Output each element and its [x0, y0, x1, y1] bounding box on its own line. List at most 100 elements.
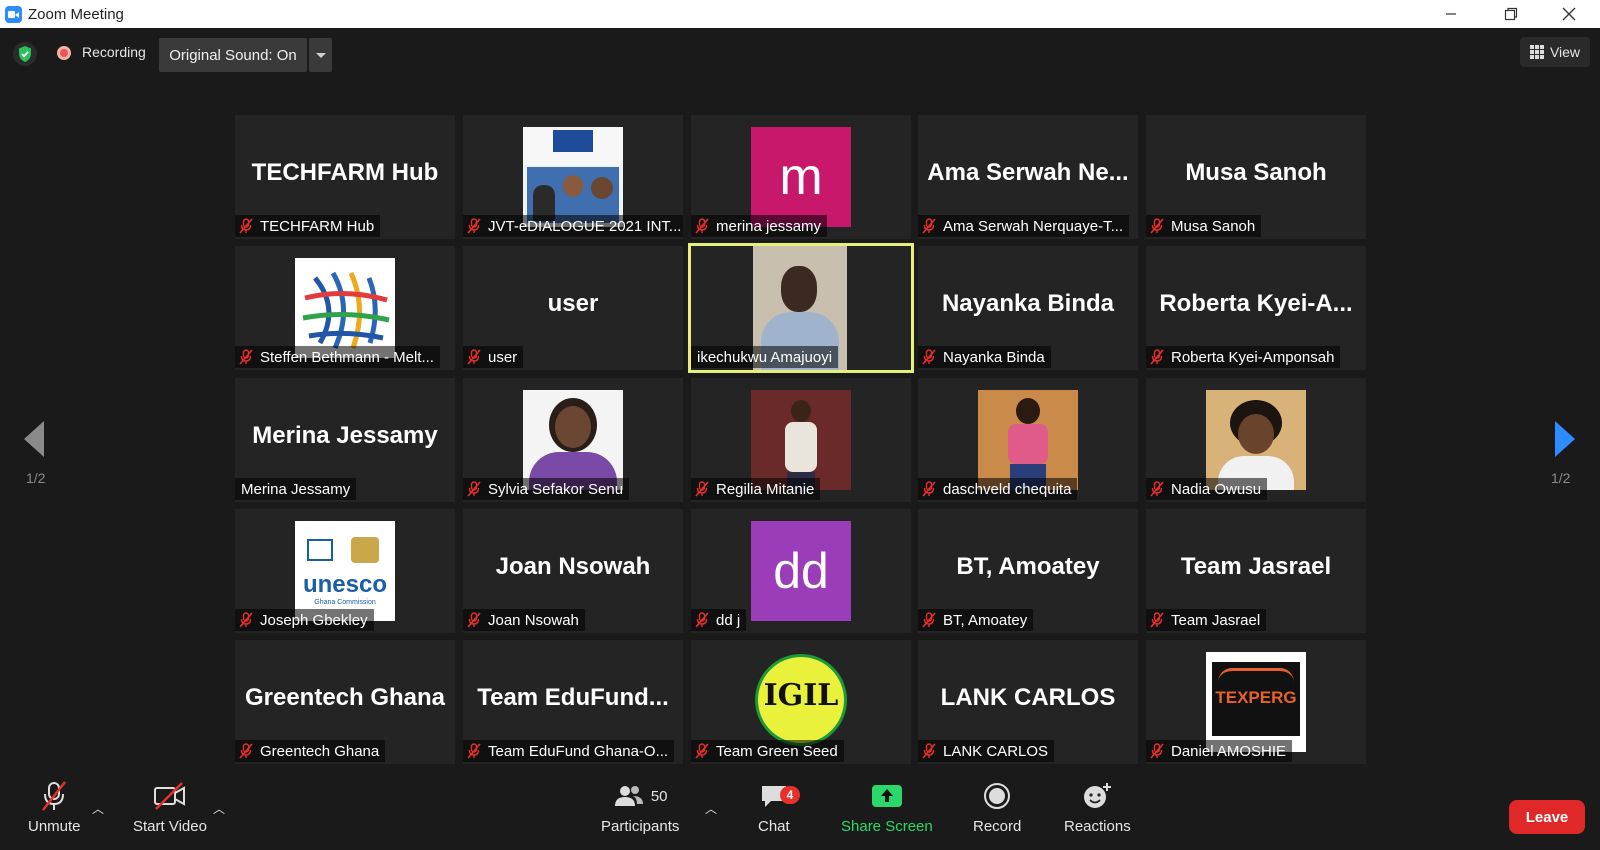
- muted-mic-icon: [467, 612, 481, 628]
- view-button[interactable]: View: [1520, 37, 1590, 67]
- participant-tile[interactable]: Ama Serwah Ne... Ama Serwah Nerquaye-T..…: [918, 115, 1138, 239]
- participant-tile[interactable]: Team Jasrael Team Jasrael: [1146, 509, 1366, 633]
- participant-tile[interactable]: Joan Nsowah Joan Nsowah: [463, 509, 683, 633]
- participant-display-name: LANK CARLOS: [940, 684, 1116, 711]
- reactions-button[interactable]: Reactions: [1064, 778, 1131, 835]
- chat-label: Chat: [758, 818, 790, 835]
- recording-label: Recording: [82, 44, 146, 60]
- start-video-button[interactable]: Start Video: [133, 778, 207, 835]
- participant-tile[interactable]: BT, Amoatey BT, Amoatey: [918, 509, 1138, 633]
- participant-display-name: BT, Amoatey: [956, 553, 1100, 580]
- texperg-logo-image: TEXPERG: [1206, 652, 1306, 752]
- participant-tile[interactable]: Nadia Owusu: [1146, 378, 1366, 502]
- muted-mic-icon: [467, 349, 481, 365]
- participant-tile[interactable]: LANK CARLOS LANK CARLOS: [918, 640, 1138, 764]
- close-button[interactable]: [1546, 0, 1592, 28]
- record-button[interactable]: Record: [973, 778, 1021, 835]
- muted-mic-icon: [239, 218, 253, 234]
- participant-tile[interactable]: TECHFARM Hub TECHFARM Hub: [235, 115, 455, 239]
- muted-mic-icon: [467, 743, 481, 759]
- participant-name-label: BT, Amoatey: [918, 609, 1034, 631]
- participant-tile[interactable]: Musa Sanoh Musa Sanoh: [1146, 115, 1366, 239]
- reactions-icon: [1082, 778, 1112, 814]
- unmute-button[interactable]: Unmute: [28, 778, 81, 835]
- unmute-label: Unmute: [28, 818, 81, 835]
- event-flyer-image: [523, 127, 623, 227]
- muted-mic-icon: [1150, 481, 1164, 497]
- participant-name-label: Team Jasrael: [1146, 609, 1267, 631]
- avatar: dd: [751, 521, 851, 621]
- previous-page-arrow-icon[interactable]: [24, 421, 44, 457]
- participant-tile[interactable]: Nayanka Binda Nayanka Binda: [918, 246, 1138, 370]
- igil-logo-image: IGIL: [751, 652, 851, 752]
- share-screen-button[interactable]: Share Screen: [841, 778, 933, 835]
- muted-mic-icon: [1150, 612, 1164, 628]
- participant-tile[interactable]: JVT-eDIALOGUE 2021 INT...: [463, 115, 683, 239]
- chevron-down-icon: [315, 52, 326, 58]
- participant-display-name: Joan Nsowah: [495, 553, 651, 580]
- restore-icon: [1504, 7, 1518, 21]
- muted-mic-icon: [695, 481, 709, 497]
- participant-tile[interactable]: Team EduFund... Team EduFund Ghana-O...: [463, 640, 683, 764]
- participant-name-label: Sylvia Sefakor Senu: [463, 478, 630, 500]
- original-sound-dropdown[interactable]: [309, 38, 332, 72]
- audio-options-caret-icon[interactable]: ︿: [92, 800, 104, 817]
- participant-name-label: Greentech Ghana: [235, 740, 386, 762]
- next-page-arrow-icon[interactable]: [1555, 421, 1575, 457]
- muted-microphone-icon: [39, 778, 69, 814]
- minimize-button[interactable]: [1428, 0, 1474, 28]
- participant-tile[interactable]: Steffen Bethmann - Melt...: [235, 246, 455, 370]
- participant-name-label: dd j: [691, 609, 747, 631]
- muted-mic-icon: [922, 481, 936, 497]
- active-speaker-tile[interactable]: ikechukwu Amajuoyi: [688, 243, 914, 373]
- participants-button[interactable]: 50 Participants: [601, 778, 679, 835]
- participant-name-label: Daniel AMOSHIE: [1146, 740, 1293, 762]
- page-indicator-right: 1/2: [1551, 470, 1571, 486]
- participant-tile[interactable]: TEXPERG Daniel AMOSHIE: [1146, 640, 1366, 764]
- participant-name-label: LANK CARLOS: [918, 740, 1055, 762]
- video-options-caret-icon[interactable]: ︿: [213, 800, 225, 817]
- participants-options-caret-icon[interactable]: ︿: [705, 800, 717, 817]
- participant-display-name: user: [547, 290, 599, 317]
- participant-display-name: Ama Serwah Ne...: [927, 159, 1129, 186]
- leave-button[interactable]: Leave: [1509, 800, 1585, 834]
- participant-tile[interactable]: Greentech Ghana Greentech Ghana: [235, 640, 455, 764]
- title-bar: Zoom Meeting: [0, 0, 1600, 28]
- igil-logo-text: IGIL: [763, 678, 839, 713]
- video-off-icon: [152, 778, 188, 814]
- participant-tile[interactable]: Sylvia Sefakor Senu: [463, 378, 683, 502]
- muted-mic-icon: [1150, 218, 1164, 234]
- chat-unread-badge: 4: [780, 786, 800, 804]
- security-shield-icon[interactable]: [13, 42, 37, 66]
- participant-name-label: Merina Jessamy: [235, 478, 357, 500]
- participant-display-name: Musa Sanoh: [1185, 159, 1327, 186]
- participant-tile[interactable]: unesco Ghana Commission Joseph Gbekley: [235, 509, 455, 633]
- participant-tile[interactable]: IGIL Team Green Seed: [691, 640, 911, 764]
- participant-photo: [751, 390, 851, 490]
- reactions-label: Reactions: [1064, 818, 1131, 835]
- participant-tile[interactable]: Regilia Mitanie: [691, 378, 911, 502]
- participant-display-name: Greentech Ghana: [244, 684, 446, 711]
- participant-tile[interactable]: Roberta Kyei-A... Roberta Kyei-Amponsah: [1146, 246, 1366, 370]
- zoom-meeting-window: Zoom Meeting Recording Original Sound: O…: [0, 0, 1600, 850]
- participant-name-label: user: [463, 346, 524, 368]
- participant-display-name: TECHFARM Hub: [251, 159, 439, 186]
- participants-label: Participants: [601, 818, 680, 835]
- unesco-logo-subtext: Ghana Commission: [314, 599, 376, 606]
- start-video-label: Start Video: [133, 818, 207, 835]
- participant-tile[interactable]: m merina jessamy: [691, 115, 911, 239]
- share-screen-label: Share Screen: [841, 818, 933, 835]
- muted-mic-icon: [1150, 349, 1164, 365]
- participant-name-label: Ama Serwah Nerquaye-T...: [918, 215, 1130, 237]
- participant-display-name: Team EduFund...: [477, 684, 669, 711]
- participant-name-label: Roberta Kyei-Amponsah: [1146, 346, 1341, 368]
- participant-tile[interactable]: user user: [463, 246, 683, 370]
- muted-mic-icon: [922, 218, 936, 234]
- original-sound-button[interactable]: Original Sound: On: [159, 38, 307, 72]
- participant-tile[interactable]: Merina Jessamy Merina Jessamy: [235, 378, 455, 502]
- participant-tile[interactable]: dd dd j: [691, 509, 911, 633]
- participant-tile[interactable]: daschveld chequita: [918, 378, 1138, 502]
- restore-button[interactable]: [1488, 0, 1534, 28]
- record-label: Record: [973, 818, 1022, 835]
- participant-display-name: Roberta Kyei-A...: [1159, 290, 1353, 317]
